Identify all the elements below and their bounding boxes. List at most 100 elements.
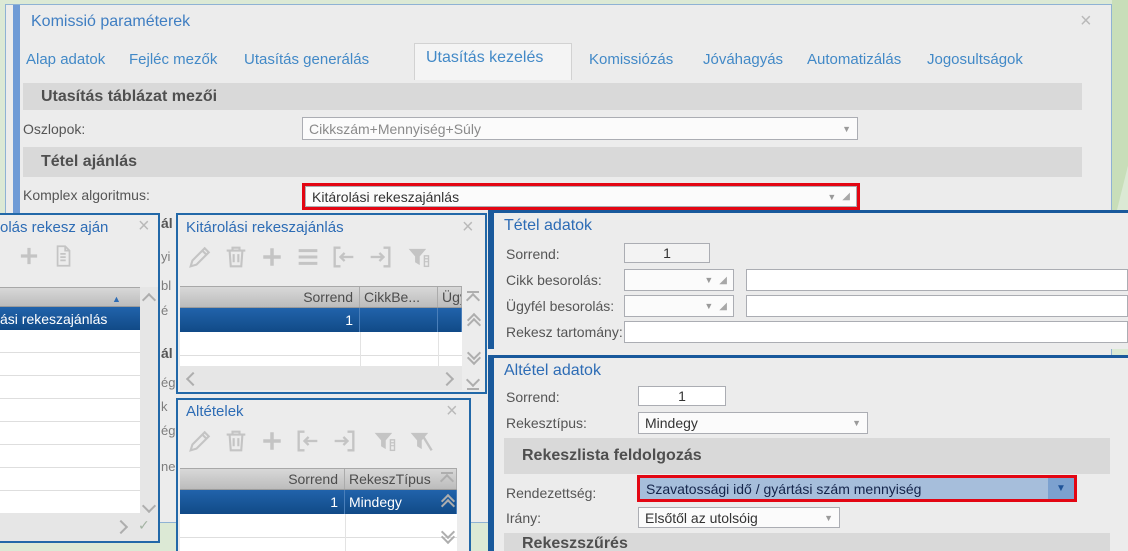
komplex-algoritmus-value: Kitárolási rekeszajánlás [312,188,460,205]
go-last-icon[interactable] [465,372,481,390]
scroll-right-icon[interactable] [113,519,129,535]
document-icon[interactable] [50,243,76,269]
check-icon[interactable]: ✓ [138,517,150,534]
rekesz-tartomany-input[interactable] [624,321,1128,343]
window-close-icon[interactable]: × [462,217,474,237]
row-label: ási rekeszajánlás [0,310,108,327]
tab-automatizalas[interactable]: Automatizálás [807,51,901,68]
oszlopok-dropdown[interactable]: Cikkszám+Mennyiség+Súly ▼ [302,117,858,140]
empty-rows[interactable] [180,514,457,551]
rendezettseg-highlight: Szavatossági idő / gyártási szám mennyis… [637,475,1077,502]
empty-rows[interactable] [0,330,140,513]
fragment: ál [161,215,173,231]
ugyfel-besorolas-input[interactable] [746,295,1128,317]
cell-sorrend: 1 [180,308,360,332]
chevron-down-icon[interactable]: ▼ [827,192,836,202]
selected-row[interactable]: 1 Mindegy [180,490,457,514]
chevron-down-icon[interactable]: ▼ [824,513,833,523]
irany-dropdown[interactable]: Elsőtől az utolsóig ▼ [638,507,840,528]
empty-rows[interactable] [180,332,462,366]
add-icon[interactable] [258,243,286,271]
selected-row[interactable]: ási rekeszajánlás [0,307,140,330]
cikk-besorolas-input[interactable] [746,269,1128,291]
tab-utasitas-generalas[interactable]: Utasítás generálás [244,51,369,68]
tab-alap-adatok[interactable]: Alap adatok [26,51,105,68]
column-separator [360,332,361,366]
selected-row[interactable]: 1 [180,308,462,332]
move-in-right-icon[interactable] [330,427,358,455]
vertical-scrollbar[interactable] [140,287,158,514]
filter-icon[interactable] [370,427,398,455]
scroll-left-icon[interactable] [185,371,201,387]
add-icon[interactable] [16,243,42,269]
edit-icon[interactable] [186,243,214,271]
clear-filter-icon[interactable] [406,427,434,455]
horizontal-scrollbar[interactable] [180,366,462,390]
fragment: yi [161,249,171,264]
column-cikkbe[interactable]: CikkBe... [360,287,438,307]
komplex-algoritmus-dropdown[interactable]: Kitárolási rekeszajánlás ▼ ◢ [305,186,857,207]
tab-jogosultsagok[interactable]: Jogosultságok [927,51,1023,68]
scroll-right-icon[interactable] [439,371,455,387]
move-in-left-icon[interactable] [330,243,358,271]
window-close-icon[interactable]: × [446,401,458,421]
edit-icon[interactable] [186,427,214,455]
corner-resize-icon[interactable]: ◢ [719,301,727,312]
dialog-title: Komissió paraméterek [31,13,191,30]
page-down-icon[interactable] [440,524,455,545]
ugyfel-besorolas-dropdown[interactable]: ▼ ◢ [624,295,734,317]
column-ugyfbe[interactable]: ÜgyfBe... [438,287,462,307]
oszlopok-label: Oszlopok: [23,121,86,137]
chevron-down-icon[interactable]: ▼ [704,301,713,311]
rendezettseg-value: Szavatossági idő / gyártási szám mennyis… [646,480,922,497]
chevron-down-icon[interactable]: ▼ [842,124,851,134]
move-in-left-icon[interactable] [294,427,322,455]
grid-header[interactable]: ▲ [0,287,140,307]
window-title: Kitárolási rekeszajánlás [186,219,344,236]
chevron-down-icon[interactable]: ▼ [704,275,713,285]
fragment: k [161,399,168,414]
tab-komissiozas[interactable]: Komissiózás [589,51,673,68]
corner-resize-icon[interactable]: ◢ [719,275,727,286]
move-in-right-icon[interactable] [366,243,394,271]
chevron-down-icon[interactable]: ▼ [852,418,861,428]
grid-header[interactable]: Sorrend CikkBe... ÜgyfBe... [180,286,462,308]
page-up-icon[interactable] [440,493,455,514]
grid-header[interactable]: Sorrend RekeszTípus [180,468,457,490]
scroll-down-icon[interactable] [141,498,157,514]
page-up-icon[interactable] [466,312,481,333]
go-first-icon[interactable] [465,291,481,308]
rekesztipus-dropdown[interactable]: Mindegy ▼ [638,412,868,434]
tab-jovahagyas[interactable]: Jóváhagyás [703,51,783,68]
sorrend-input[interactable] [624,243,710,263]
ugyfel-besorolas-label: Ügyfél besorolás: [506,298,615,314]
sorrend-input[interactable] [638,386,726,406]
scroll-up-icon[interactable] [141,292,157,308]
column-sorrend[interactable]: Sorrend [180,469,345,489]
dialog-close-icon[interactable]: × [1080,11,1092,31]
sort-ascending-icon[interactable]: ▲ [112,294,121,304]
kitarolasi-rekeszajanlas-window: Kitárolási rekeszajánlás × Sorrend CikkB… [176,213,487,394]
column-sorrend[interactable]: Sorrend [180,287,360,307]
cikk-besorolas-label: Cikk besorolás: [506,272,602,288]
page-down-icon[interactable] [466,345,481,366]
corner-resize-icon[interactable]: ◢ [842,191,850,202]
tetel-adatok-panel: Tétel adatok Sorrend: Cikk besorolás: ▼ … [488,210,1128,349]
delete-icon[interactable] [222,243,250,271]
go-first-icon[interactable] [439,472,455,489]
dropdown-button[interactable]: ▼ [1048,478,1074,499]
row-navigation [464,291,483,390]
rendezettseg-label: Rendezettség: [506,485,597,501]
tab-utasitas-kezeles[interactable]: Utasítás kezelés [426,49,543,67]
menu-icon[interactable] [294,243,322,271]
add-icon[interactable] [258,427,286,455]
delete-icon[interactable] [222,427,250,455]
delete-icon[interactable] [0,243,4,269]
altetelek-window: Altételek × Sorrend RekeszTípus 1 Mindeg… [176,398,471,551]
cikk-besorolas-dropdown[interactable]: ▼ ◢ [624,269,734,291]
rendezettseg-dropdown[interactable]: Szavatossági idő / gyártási szám mennyis… [640,478,1074,499]
window-close-icon[interactable]: × [138,216,150,236]
horizontal-scrollbar[interactable]: ✓ [0,513,158,541]
tab-fejlec-mezok[interactable]: Fejléc mezők [129,51,217,68]
filter-icon[interactable] [404,243,432,271]
